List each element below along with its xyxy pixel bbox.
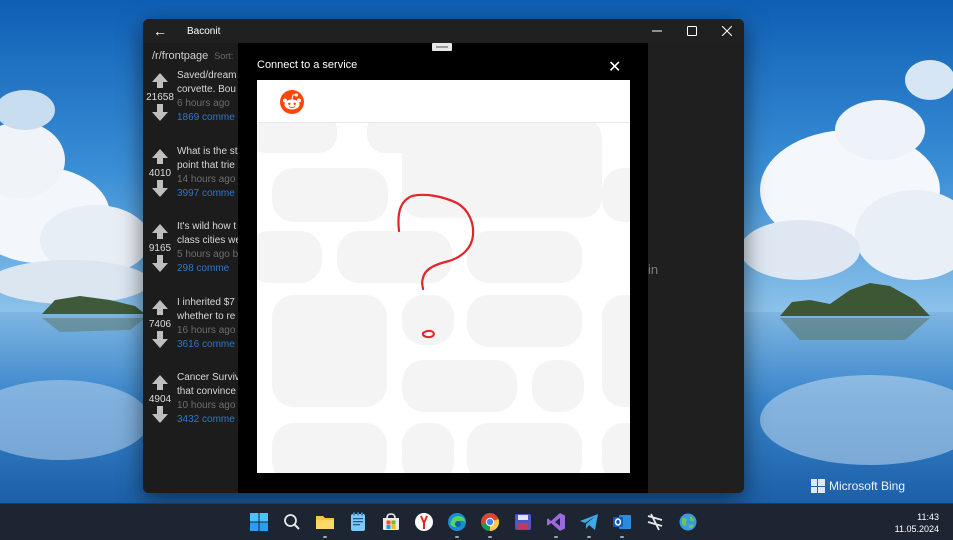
drag-handle[interactable] [432, 43, 452, 51]
edge-icon[interactable] [444, 509, 470, 538]
file-explorer-icon[interactable] [312, 509, 338, 538]
downvote-arrow-icon[interactable] [152, 406, 168, 423]
baconit-icon[interactable] [642, 509, 668, 535]
post-item[interactable]: 9165 It's wild how t class cities we 5 h… [143, 220, 239, 296]
post-text: Cancer Surviv that convince 10 hours ago… [177, 371, 239, 427]
chat-bubble-pattern [257, 123, 630, 473]
bing-watermark-text: Microsoft Bing [828, 479, 905, 493]
telegram-icon[interactable] [576, 509, 602, 538]
post-comments-link[interactable]: 3997 comme [177, 187, 239, 201]
close-icon [721, 26, 732, 36]
post-item[interactable]: 4904 Cancer Surviv that convince 10 hour… [143, 371, 239, 447]
notepad-icon[interactable] [345, 509, 371, 535]
clock-time: 11:43 [917, 512, 939, 522]
visual-studio-icon[interactable] [543, 509, 569, 538]
post-title-line[interactable]: point that trie [177, 159, 239, 173]
post-title-line[interactable]: class cities we [177, 234, 239, 248]
vote-column: 21658 [143, 73, 177, 121]
post-comments-link[interactable]: 3616 comme [177, 338, 239, 352]
webview-header [257, 80, 630, 123]
post-item[interactable]: 7406 I inherited $7 whether to re 16 hou… [143, 296, 239, 372]
content-pane: in [648, 43, 744, 493]
upvote-arrow-icon[interactable] [152, 73, 168, 88]
post-title-line[interactable]: I inherited $7 [177, 296, 239, 310]
vote-column: 4904 [143, 375, 177, 423]
post-list-panel: /r/frontpage Sort: 21658 Saved/dream cor… [143, 43, 239, 493]
baconit-window: ← Baconit /r/frontpage Sort: 21658 Saved… [143, 19, 744, 493]
post-item[interactable]: 21658 Saved/dream corvette. Bou 6 hours … [143, 69, 239, 145]
microsoft-store-icon[interactable] [378, 509, 404, 535]
reddit-logo-icon[interactable] [279, 89, 305, 115]
windows-start-icon[interactable] [246, 509, 272, 535]
minimize-icon [651, 30, 662, 32]
post-comments-link[interactable]: 298 comme [177, 262, 239, 276]
vote-column: 4010 [143, 148, 177, 197]
post-title-line[interactable]: It's wild how t [177, 220, 239, 234]
sort-label[interactable]: Sort: [214, 51, 233, 61]
upvote-arrow-icon[interactable] [152, 299, 168, 315]
back-arrow-icon[interactable]: ← [143, 23, 177, 39]
post-text: It's wild how t class cities we 5 hours … [177, 220, 239, 276]
outlook-icon[interactable] [609, 509, 635, 538]
post-list: 21658 Saved/dream corvette. Bou 6 hours … [143, 69, 239, 447]
window-title: Baconit [187, 25, 221, 37]
taskbar-icons [246, 509, 701, 538]
search-icon[interactable] [279, 509, 305, 535]
close-button[interactable] [709, 19, 744, 43]
service-webview[interactable] [257, 80, 630, 473]
title-bar[interactable]: ← Baconit [143, 19, 744, 43]
post-meta: 16 hours ago [177, 324, 236, 336]
post-title-line[interactable]: corvette. Bou [177, 83, 239, 97]
dialog-close-icon[interactable]: ✕ [608, 57, 621, 77]
taskbar: 11:43 11.05.2024 [0, 503, 953, 540]
vote-column: 9165 [143, 224, 177, 272]
app-body: /r/frontpage Sort: 21658 Saved/dream cor… [143, 43, 744, 493]
post-score: 9165 [148, 243, 172, 254]
minimize-button[interactable] [639, 19, 674, 43]
chrome-icon[interactable] [477, 509, 503, 538]
post-title-line[interactable]: whether to re [177, 310, 239, 324]
connect-service-dialog: Connect to a service ✕ [238, 43, 648, 493]
downvote-arrow-icon[interactable] [152, 179, 168, 197]
maximize-button[interactable] [674, 19, 709, 43]
post-meta: 6 hours ago [177, 98, 230, 109]
post-score: 4904 [148, 394, 172, 405]
post-title-line[interactable]: that convince [177, 385, 239, 399]
upvote-arrow-icon[interactable] [152, 224, 168, 239]
post-meta: 10 hours ago [177, 400, 236, 411]
clock-date: 11.05.2024 [894, 524, 939, 534]
bing-logo-icon [810, 479, 825, 493]
post-item[interactable]: 4010 What is the st point that trie 14 h… [143, 145, 239, 221]
subreddit-name[interactable]: /r/frontpage [152, 50, 208, 62]
post-title-line[interactable]: Saved/dream [177, 69, 239, 83]
upvote-arrow-icon[interactable] [152, 375, 168, 390]
post-text: Saved/dream corvette. Bou 6 hours ago 18… [177, 69, 239, 125]
post-comments-link[interactable]: 3432 comme [177, 413, 239, 427]
window-controls [639, 19, 744, 43]
dialog-title: Connect to a service [257, 59, 358, 71]
save-disk-icon[interactable] [510, 509, 536, 535]
post-text: I inherited $7 whether to re 16 hours ag… [177, 296, 239, 352]
post-score: 4010 [148, 167, 172, 179]
post-title-line[interactable]: What is the st [177, 145, 239, 159]
maximize-icon [686, 26, 697, 36]
system-clock[interactable]: 11:43 11.05.2024 [895, 511, 939, 535]
downvote-arrow-icon[interactable] [152, 104, 168, 121]
subreddit-header[interactable]: /r/frontpage Sort: [143, 43, 239, 69]
upvote-arrow-icon[interactable] [152, 148, 168, 164]
downvote-arrow-icon[interactable] [152, 330, 168, 348]
content-partial-text: in [648, 262, 659, 277]
microsoft-bing-watermark: Microsoft Bing [810, 479, 905, 493]
post-comments-link[interactable]: 1869 comme [177, 111, 239, 125]
yandex-browser-icon[interactable] [411, 509, 437, 535]
vote-column: 7406 [143, 299, 177, 348]
post-meta: 14 hours ago [177, 173, 236, 185]
post-text: What is the st point that trie 14 hours … [177, 145, 239, 201]
post-score: 7406 [148, 318, 172, 330]
downvote-arrow-icon[interactable] [152, 255, 168, 272]
post-score: 21658 [146, 92, 174, 103]
globe-app-icon[interactable] [675, 509, 701, 535]
post-title-line[interactable]: Cancer Surviv [177, 371, 239, 385]
post-meta: 5 hours ago b [177, 249, 239, 260]
